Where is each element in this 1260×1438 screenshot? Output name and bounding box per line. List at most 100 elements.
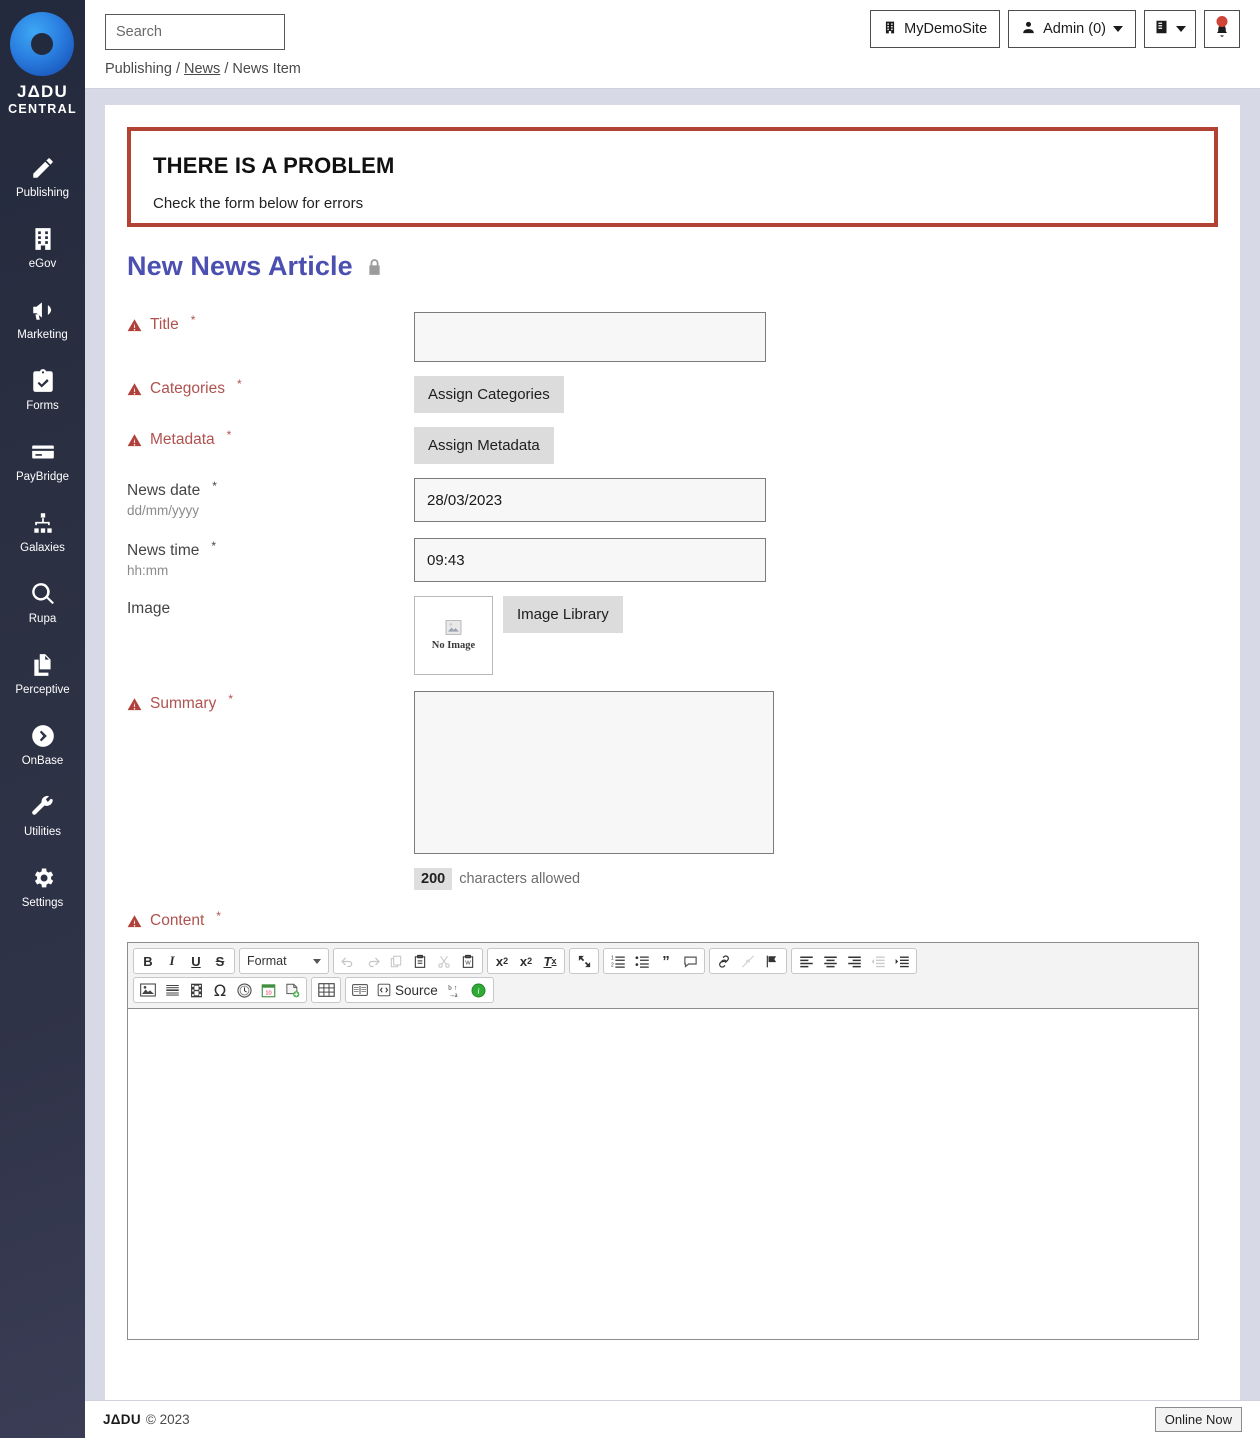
align-right-icon[interactable] [842,950,866,972]
editor-content-area[interactable] [128,1009,1198,1339]
sidebar-item-label: Rupa [28,613,57,626]
sidebar-item-utilities[interactable]: Utilities [0,781,85,852]
main-area: Publishing / News / News Item MyDemoSite… [85,0,1260,1438]
assign-categories-button[interactable]: Assign Categories [414,376,564,413]
search-box[interactable] [105,14,332,50]
subscript-icon[interactable]: x2 [490,950,514,972]
online-now-button[interactable]: Online Now [1154,1407,1242,1432]
toolbar-group-format: Format [239,948,329,974]
help-book-button[interactable] [1144,10,1196,48]
title-input[interactable] [414,312,766,362]
footer: JΔDU © 2023 Online Now [85,1400,1260,1438]
sidebar-item-label: Marketing [17,329,68,342]
remove-format-icon[interactable]: Tx [538,950,562,972]
wrench-icon [30,794,56,820]
clock-icon[interactable] [232,979,256,1001]
news-date-input[interactable] [414,478,766,522]
anchor-flag-icon[interactable] [760,950,784,972]
align-center-icon[interactable] [818,950,842,972]
site-selector-button[interactable]: MyDemoSite [870,10,1001,48]
sidebar-item-paybridge[interactable]: PayBridge [0,426,85,497]
image-thumbnail-placeholder: No Image [414,596,493,675]
summary-textarea[interactable] [414,691,774,854]
control-categories: Assign Categories [414,376,1218,413]
cut-icon[interactable] [432,950,456,972]
warning-icon [127,914,142,929]
app-logo[interactable]: JΔDU CENTRAL [8,8,77,116]
label-summary: Summary * [127,691,414,890]
required-marker: * [236,377,242,391]
sidebar-item-onbase[interactable]: OnBase [0,710,85,781]
sidebar-item-perceptive[interactable]: Perceptive [0,639,85,710]
breadcrumb-sep: / [224,61,229,77]
summary-char-counter: 200 characters allowed [414,868,1218,890]
required-marker: * [228,692,233,706]
align-left-icon[interactable] [794,950,818,972]
sidebar-item-publishing[interactable]: Publishing [0,142,85,213]
underline-icon[interactable]: U [184,950,208,972]
sidebar-item-rupa[interactable]: Rupa [0,568,85,639]
control-summary: 200 characters allowed [414,691,1218,890]
blockquote-icon[interactable]: ” [654,950,678,972]
link-icon[interactable] [712,950,736,972]
assign-metadata-button[interactable]: Assign Metadata [414,427,554,464]
toolbar-group-insert: Ω 10 [133,977,307,1003]
calendar-icon[interactable]: 10 [256,979,280,1001]
read-more-icon[interactable] [348,979,372,1001]
required-marker: * [226,428,232,442]
format-dropdown-label: Format [247,954,287,968]
sidebar-item-forms[interactable]: Forms [0,355,85,426]
image-library-button[interactable]: Image Library [503,596,623,633]
sidebar-item-settings[interactable]: Settings [0,852,85,923]
comment-icon[interactable] [678,950,702,972]
alert-message: Check the form below for errors [153,195,364,212]
source-button[interactable]: Source [372,979,443,1001]
media-film-icon[interactable] [184,979,208,1001]
numbered-list-icon[interactable]: 12 [606,950,630,972]
bulleted-list-icon[interactable] [630,950,654,972]
sidebar-item-marketing[interactable]: Marketing [0,284,85,355]
sidebar-item-label: Utilities [23,826,62,839]
label-news-date: News date * dd/mm/yyyy [127,478,414,522]
rich-text-editor: B I U S Format W x 2 x 2 T x 1 2 ” Ω 10 … [127,942,1199,1340]
page-title: New News Article [127,251,1218,282]
image-icon[interactable] [136,979,160,1001]
page-break-icon[interactable] [280,979,304,1001]
breadcrumb-link-news[interactable]: News [184,61,220,77]
italic-icon[interactable]: I [160,950,184,972]
info-icon[interactable]: i [467,979,491,1001]
notifications-button[interactable] [1204,10,1240,48]
label-text: Content [150,912,205,929]
sidebar-item-galaxies[interactable]: Galaxies [0,497,85,568]
news-time-input[interactable] [414,538,766,582]
copy-icon[interactable] [384,950,408,972]
toolbar-group-basic-styles: B I U S [133,948,235,974]
sidebar-item-egov[interactable]: eGov [0,213,85,284]
superscript-icon[interactable]: x2 [514,950,538,972]
horizontal-rule-icon[interactable] [160,979,184,1001]
sidebar-item-label: OnBase [21,755,64,768]
search-input[interactable] [116,24,303,40]
sidebar-item-label: eGov [28,258,57,271]
paste-icon[interactable] [408,950,432,972]
outdent-icon[interactable] [866,950,890,972]
indent-icon[interactable] [890,950,914,972]
maximize-icon[interactable] [572,950,596,972]
breadcrumb-sep: / [175,61,180,77]
paste-from-word-icon[interactable]: W [456,950,480,972]
form-row-summary: Summary * 200 characters allowed [127,691,1218,890]
undo-icon[interactable] [336,950,360,972]
bold-icon[interactable]: B [136,950,160,972]
toolbar-group-table [311,977,341,1003]
unlink-icon[interactable] [736,950,760,972]
svg-text:W: W [465,960,471,966]
admin-menu-button[interactable]: Admin (0) [1008,10,1136,48]
format-dropdown[interactable]: Format [242,950,326,972]
table-icon[interactable] [314,979,338,1001]
spellcheck-icon[interactable]: b ↑ → a [443,979,467,1001]
arrow-circle-icon [30,723,56,749]
redo-icon[interactable] [360,950,384,972]
special-character-icon[interactable]: Ω [208,979,232,1001]
sidebar-item-label: Settings [21,897,64,910]
strikethrough-icon[interactable]: S [208,950,232,972]
